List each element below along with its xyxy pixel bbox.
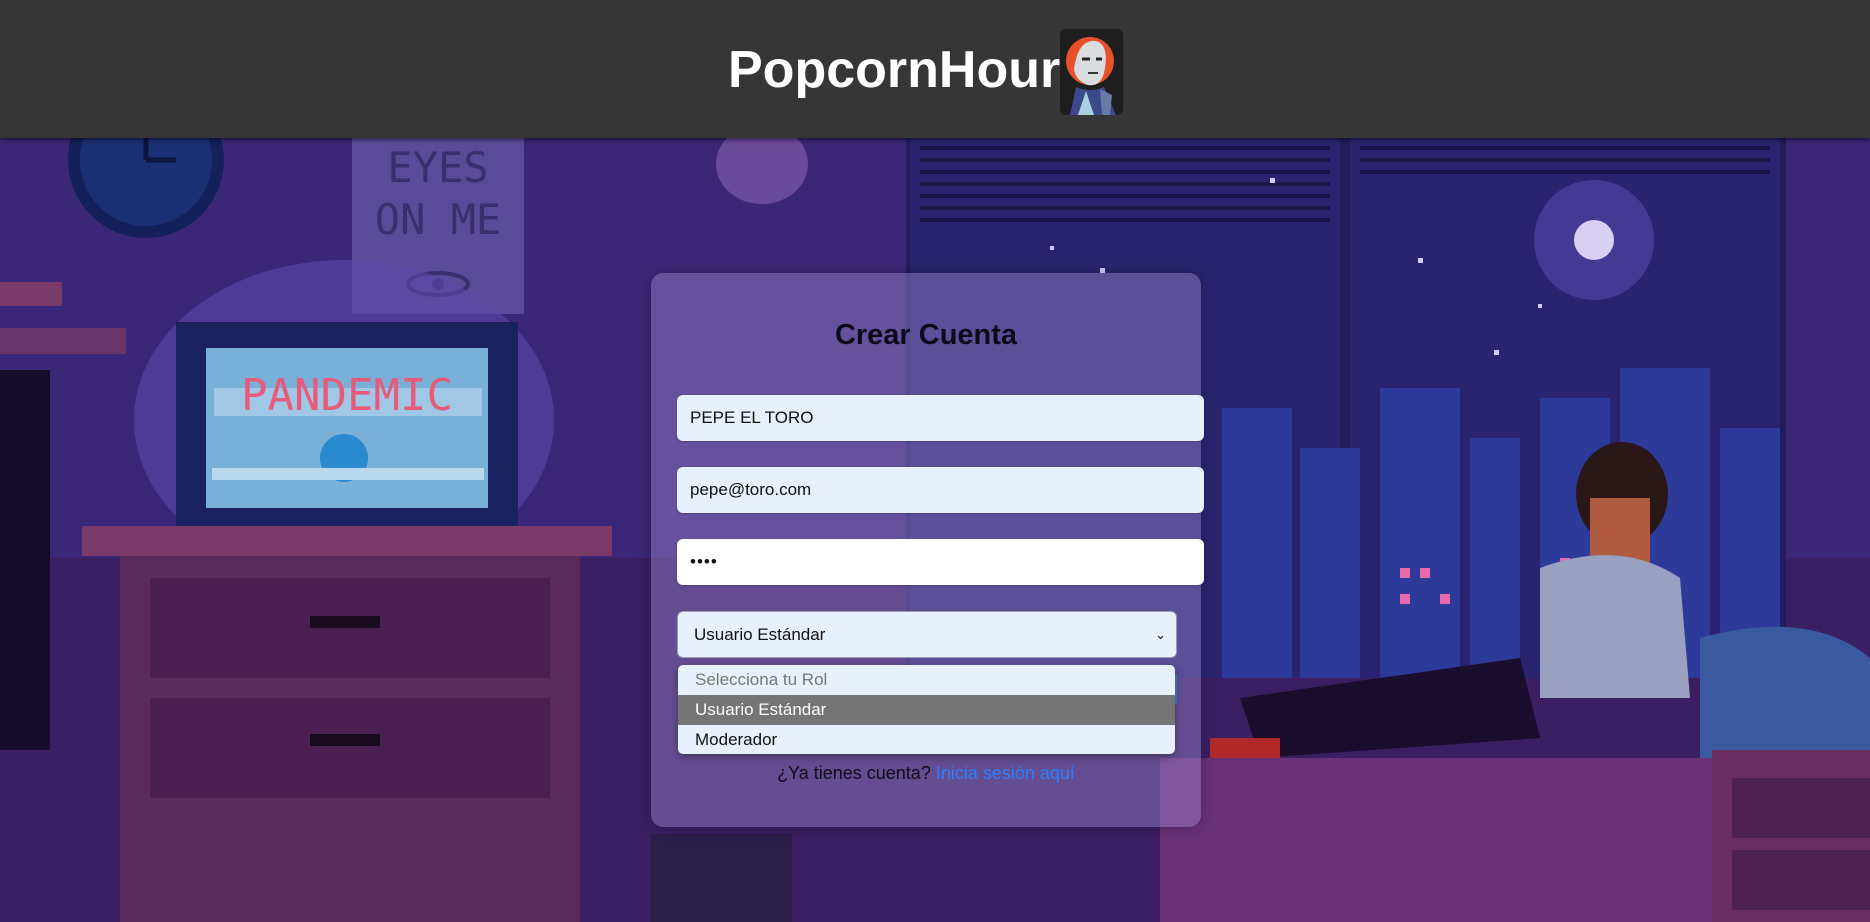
role-option-placeholder[interactable]: Selecciona tu Rol: [678, 665, 1175, 695]
role-option-moderator[interactable]: Moderador: [678, 725, 1175, 754]
brand-title[interactable]: PopcornHour: [728, 40, 1060, 100]
name-field[interactable]: PEPE EL TORO: [677, 395, 1204, 441]
login-prompt-line: ¿Ya tienes cuenta? Inicia sesión aquí: [651, 763, 1201, 784]
role-option-standard[interactable]: Usuario Estándar: [678, 695, 1175, 725]
chevron-down-icon: ⌄: [1155, 627, 1166, 642]
login-prompt: ¿Ya tienes cuenta?: [777, 763, 931, 783]
svg-text:PANDEMIC: PANDEMIC: [241, 370, 453, 421]
password-field[interactable]: ••••: [677, 539, 1204, 585]
role-select[interactable]: Usuario Estándar ⌄: [677, 611, 1177, 658]
login-link[interactable]: Inicia sesión aquí: [936, 763, 1075, 783]
form-title: Crear Cuenta: [834, 319, 1018, 351]
masked-figure-logo-icon[interactable]: [1060, 29, 1123, 115]
top-header: PopcornHour: [0, 0, 1870, 138]
role-dropdown-list: Selecciona tu Rol Usuario Estándar Moder…: [678, 665, 1175, 754]
svg-text:EYES: EYES: [387, 143, 488, 192]
email-field[interactable]: pepe@toro.com: [677, 467, 1204, 513]
role-select-value: Usuario Estándar: [694, 625, 826, 644]
svg-text:ON ME: ON ME: [375, 195, 501, 244]
